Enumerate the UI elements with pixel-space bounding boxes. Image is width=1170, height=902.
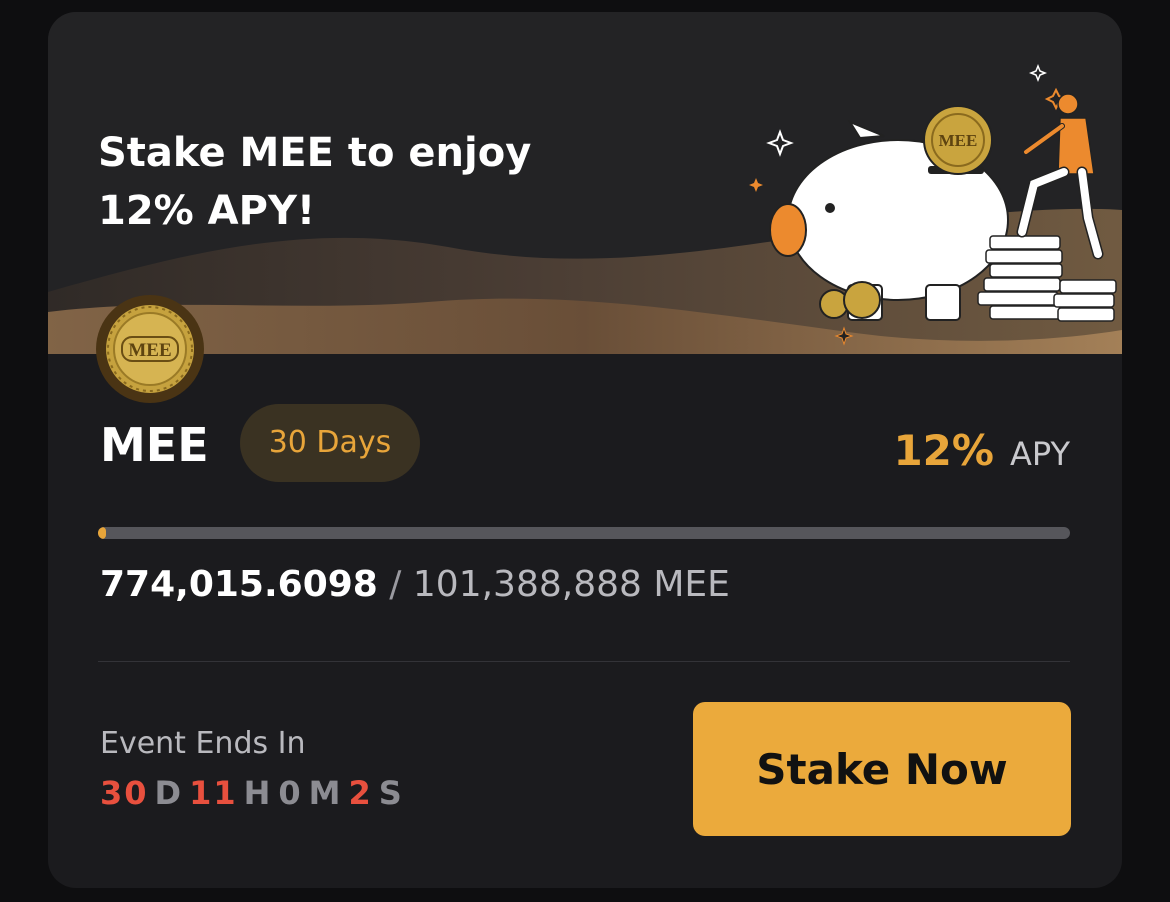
token-name: MEE — [100, 418, 209, 472]
staked-amount: 774,015.6098 / 101,388,888 MEE — [100, 564, 730, 605]
countdown-minutes-unit: M — [308, 774, 343, 812]
piggy-bank-illustration: MEE — [749, 63, 1117, 346]
countdown-days: 30 — [100, 774, 149, 812]
event-ends-label: Event Ends In — [100, 726, 306, 761]
apy-value: 12% — [893, 426, 994, 475]
product-header: MEE 30 Days 12% APY — [100, 404, 1070, 484]
sparkle-icon — [834, 326, 854, 346]
staked-value: 774,015.6098 — [100, 564, 378, 605]
logo-coin-text: MEE — [128, 340, 171, 361]
sparkle-icon — [766, 129, 794, 157]
sparkle-icon — [1028, 63, 1048, 83]
countdown-hours-unit: H — [243, 774, 273, 812]
countdown-seconds-unit: S — [378, 774, 404, 812]
promo-banner: Stake MEE to enjoy 12% APY! MEE — [48, 12, 1122, 354]
staking-progress-bar — [98, 527, 1070, 539]
apy-display: 12% APY — [893, 426, 1070, 475]
staking-card: Stake MEE to enjoy 12% APY! MEE MEE MEE … — [48, 12, 1122, 888]
staking-progress-fill — [98, 527, 106, 539]
countdown-hours: 11 — [189, 774, 238, 812]
countdown-days-unit: D — [154, 774, 184, 812]
illustration-coin-text: MEE — [939, 131, 978, 150]
stake-now-button[interactable]: Stake Now — [693, 702, 1071, 836]
headline-line-1: Stake MEE to enjoy — [98, 130, 532, 176]
countdown-timer: 30 D 11 H 0 M 2 S — [100, 774, 404, 812]
duration-badge: 30 Days — [240, 404, 420, 482]
pool-cap: 101,388,888 MEE — [412, 564, 730, 605]
apy-label: APY — [1009, 435, 1070, 473]
sparkle-icon — [749, 178, 763, 192]
divider — [98, 661, 1070, 662]
banner-headline: Stake MEE to enjoy 12% APY! — [98, 124, 618, 240]
countdown-minutes: 0 — [278, 774, 303, 812]
mee-coin-icon: MEE — [96, 295, 204, 403]
amount-separator: / — [389, 564, 402, 605]
countdown-seconds: 2 — [348, 774, 373, 812]
headline-line-2: 12% APY! — [98, 188, 316, 234]
